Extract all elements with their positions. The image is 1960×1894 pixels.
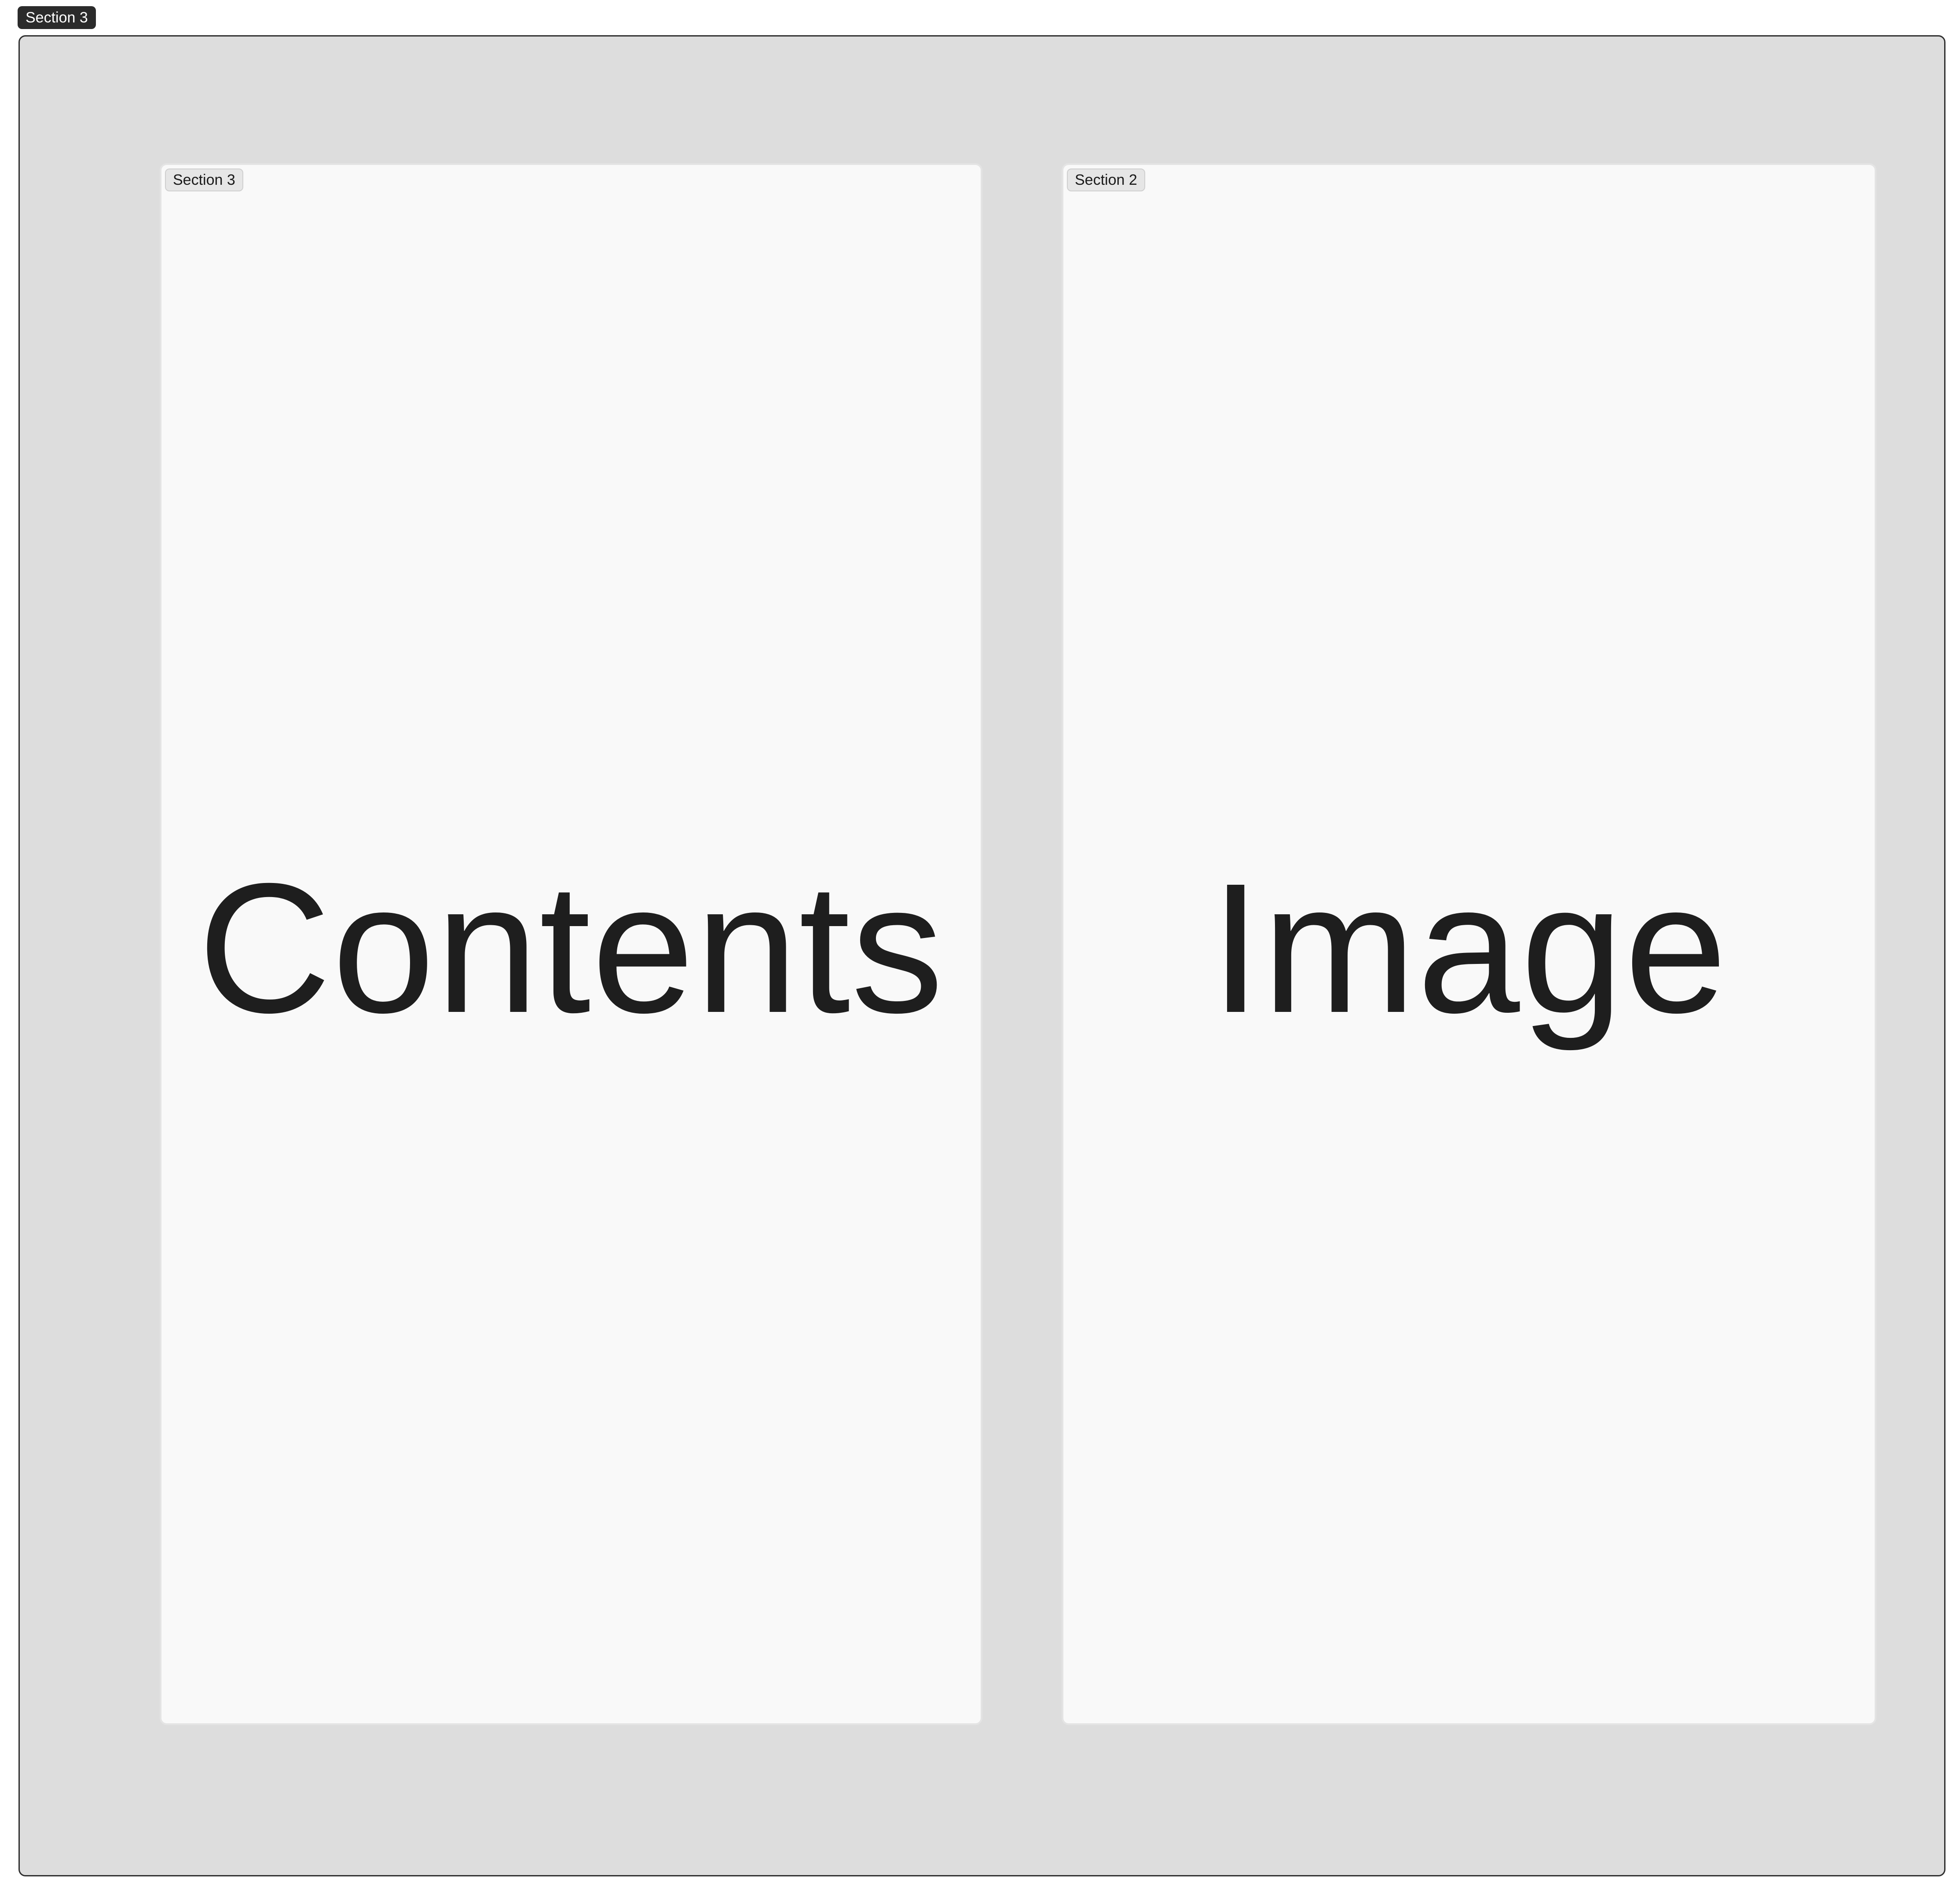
image-placeholder-text: Image: [1210, 845, 1728, 1051]
contents-placeholder-text: Contents: [198, 845, 945, 1051]
contents-section-body: Contents: [161, 165, 981, 1723]
image-section-body: Image: [1063, 165, 1875, 1723]
frame-label-tag[interactable]: Section 3: [18, 6, 96, 29]
image-section-panel[interactable]: Section 2 Image: [1062, 163, 1876, 1725]
section-frame[interactable]: Section 3 Contents Section 2 Image: [18, 35, 1945, 1876]
contents-section-panel[interactable]: Section 3 Contents: [160, 163, 982, 1725]
